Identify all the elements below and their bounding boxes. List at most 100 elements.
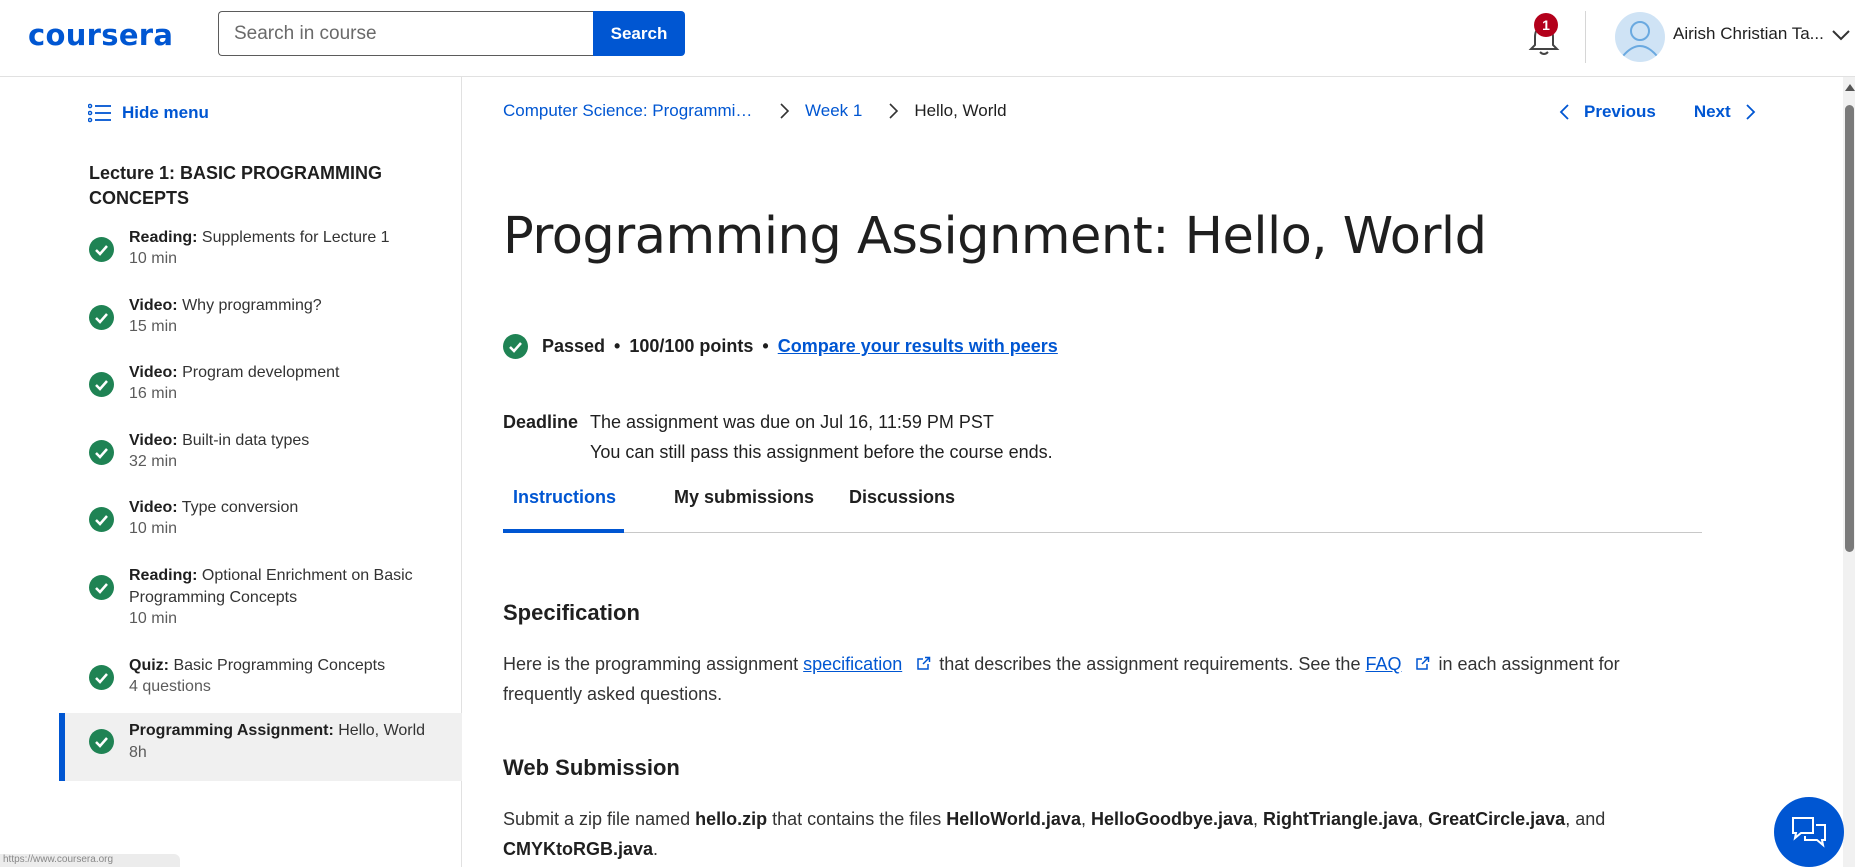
scroll-up-icon[interactable] — [1845, 84, 1855, 91]
item-duration: 10 min — [129, 610, 178, 627]
sidebar-item-type-conversion[interactable]: Video: Type conversion 10 min — [59, 495, 462, 563]
web-submission-heading: Web Submission — [503, 755, 680, 780]
avatar-icon[interactable] — [1615, 12, 1665, 62]
item-type: Reading: — [129, 229, 198, 246]
specification-heading: Specification — [503, 600, 640, 625]
next-label: Next — [1693, 102, 1731, 121]
breadcrumb-course[interactable]: Computer Science: Programmin… — [503, 101, 753, 121]
item-type: Video: — [129, 499, 178, 516]
chevron-down-icon[interactable] — [1831, 28, 1851, 42]
checkmark-icon — [89, 507, 114, 532]
breadcrumb: Computer Science: Programmin… Week 1 Hel… — [503, 101, 1007, 121]
item-duration: 8h — [129, 744, 147, 761]
sidebar-item-why-programming[interactable]: Video: Why programming? 15 min — [59, 293, 462, 361]
faq-link[interactable]: FAQ — [1365, 654, 1401, 674]
checkmark-icon — [89, 440, 114, 465]
list-icon — [88, 103, 111, 123]
assignment-tabs: Instructions My submissions Discussions — [503, 487, 1702, 533]
sidebar-item-program-development[interactable]: Video: Program development 16 min — [59, 360, 462, 428]
breadcrumb-week[interactable]: Week 1 — [805, 101, 862, 121]
separator-dot: • — [762, 336, 769, 356]
tab-instructions[interactable]: Instructions — [503, 487, 624, 533]
item-type: Quiz: — [129, 657, 169, 674]
chevron-left-icon — [1559, 104, 1569, 120]
item-duration: 4 questions — [129, 678, 211, 695]
coursera-logo[interactable]: coursera — [28, 18, 173, 52]
chat-help-button[interactable] — [1774, 797, 1844, 867]
item-title: Type conversion — [181, 499, 299, 516]
tab-my-submissions[interactable]: My submissions — [674, 487, 814, 533]
breadcrumb-current: Hello, World — [914, 101, 1007, 120]
deadline-note: You can still pass this assignment befor… — [590, 442, 1053, 462]
spec-text-1: Here is the programming assignment — [503, 654, 799, 674]
status-bar-url: https://www.coursera.org — [0, 854, 180, 867]
checkmark-icon — [89, 575, 114, 600]
item-duration: 16 min — [129, 385, 178, 402]
item-navigation: Previous Next — [1558, 102, 1757, 122]
next-button[interactable]: Next — [1694, 102, 1757, 122]
search-bar: Search — [218, 11, 685, 56]
external-link-icon[interactable] — [916, 656, 931, 671]
points-label: 100/100 points — [629, 336, 754, 356]
specification-text: Here is the programming assignment speci… — [503, 649, 1703, 709]
item-type: Programming Assignment: — [129, 722, 334, 739]
item-duration: 10 min — [129, 520, 178, 537]
deadline-label: Deadline — [503, 412, 579, 432]
item-title: Why programming? — [182, 297, 322, 314]
external-link-icon[interactable] — [1415, 656, 1430, 671]
item-type: Video: — [129, 432, 178, 449]
previous-label: Previous — [1584, 102, 1656, 121]
file-name: hello.zip — [695, 809, 768, 829]
web-text-and: , and — [1565, 809, 1606, 829]
chat-icon — [1792, 817, 1826, 848]
item-title: Built-in data types — [182, 432, 310, 449]
sidebar-item-quiz[interactable]: Quiz: Basic Programming Concepts 4 quest… — [59, 653, 462, 721]
file-name: HelloWorld.java — [946, 809, 1081, 829]
web-submission-text: Submit a zip file named hello.zip that c… — [503, 809, 1606, 859]
notification-badge[interactable]: 1 — [1534, 13, 1558, 37]
item-title: Hello, World — [338, 722, 426, 739]
hide-menu-button[interactable]: Hide menu — [88, 103, 209, 123]
user-name[interactable]: Airish Christian Ta... — [1673, 24, 1823, 44]
sidebar-item-optional-enrichment[interactable]: Reading: Optional Enrichment on Basic Pr… — [59, 563, 462, 651]
item-type: Video: — [129, 364, 178, 381]
sidebar-item-hello-world[interactable]: Programming Assignment: Hello, World 8h — [59, 713, 462, 781]
checkmark-icon — [89, 237, 114, 262]
sidebar-item-supplements[interactable]: Reading: Supplements for Lecture 1 10 mi… — [59, 225, 462, 293]
scrollbar-thumb[interactable] — [1845, 105, 1854, 552]
separator-dot: • — [614, 336, 621, 356]
item-duration: 15 min — [129, 318, 178, 335]
chevron-right-icon — [1746, 104, 1755, 120]
sidebar-item-built-in-data-types[interactable]: Video: Built-in data types 32 min — [59, 428, 462, 496]
file-name: RightTriangle.java — [1263, 809, 1419, 829]
item-type: Video: — [129, 297, 178, 314]
compare-peers-link[interactable]: Compare your results with peers — [778, 336, 1058, 357]
checkmark-icon — [89, 372, 114, 397]
file-name: HelloGoodbye.java — [1090, 809, 1254, 829]
passed-label: Passed — [542, 336, 606, 356]
specification-link[interactable]: specification — [803, 654, 902, 674]
chevron-right-icon — [780, 103, 790, 119]
chevron-right-icon — [889, 103, 899, 119]
previous-button[interactable]: Previous — [1558, 102, 1656, 122]
page-title: Programming Assignment: Hello, World — [503, 207, 1487, 266]
deadline-text: The assignment was due on Jul 16, 11:59 … — [590, 412, 994, 432]
item-title: Supplements for Lecture 1 — [201, 229, 390, 246]
tab-discussions[interactable]: Discussions — [849, 487, 955, 533]
header-divider — [1585, 11, 1586, 63]
search-button[interactable]: Search — [593, 11, 685, 56]
file-name: GreatCircle.java — [1428, 809, 1566, 829]
checkmark-icon — [89, 665, 114, 690]
main-content: Computer Science: Programmin… Week 1 Hel… — [463, 77, 1843, 867]
top-header: coursera Search 1 Airish Christian Ta... — [0, 0, 1855, 77]
lecture-title: Lecture 1: BASIC PROGRAMMING CONCEPTS — [89, 163, 383, 208]
search-input[interactable] — [218, 11, 593, 56]
item-duration: 10 min — [129, 250, 178, 267]
web-text-1: Submit a zip file named — [503, 809, 691, 829]
grade-status: Passed • 100/100 points • Compare your r… — [503, 334, 1058, 359]
hide-menu-label: Hide menu — [122, 103, 209, 122]
item-title: Basic Programming Concepts — [173, 657, 386, 674]
course-sidebar: Hide menu Lecture 1: BASIC PROGRAMMING C… — [0, 77, 462, 867]
spec-text-2: that describes the assignment requiremen… — [939, 654, 1361, 674]
file-name: CMYKtoRGB.java — [503, 839, 654, 859]
